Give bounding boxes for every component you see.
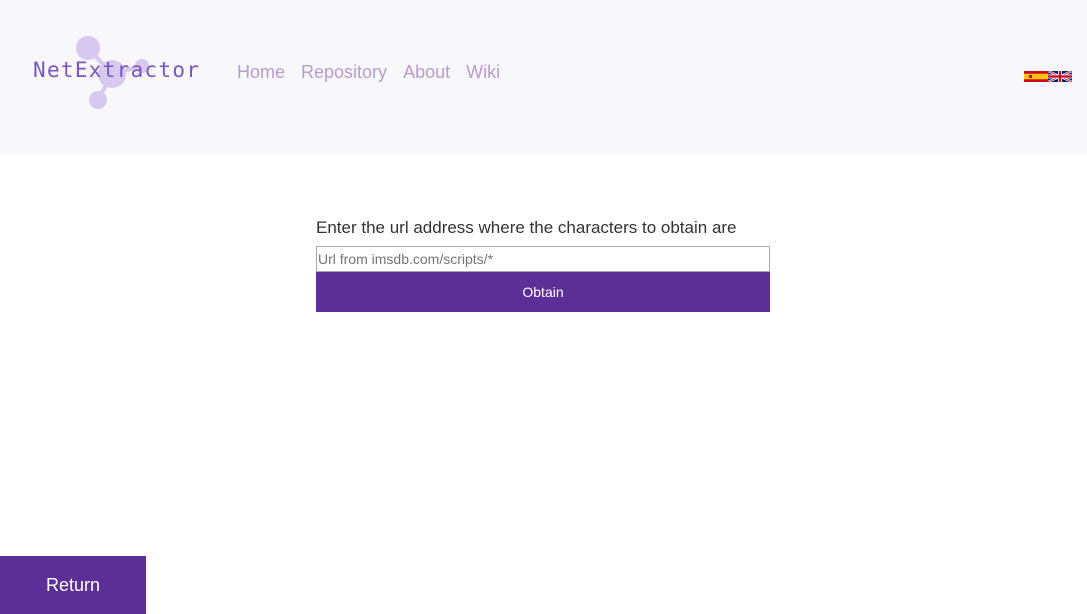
main-nav: Home Repository About Wiki: [237, 62, 516, 83]
url-input[interactable]: [316, 246, 770, 272]
logo-text: NetExtractor: [33, 58, 201, 82]
nav-link-about[interactable]: About: [403, 62, 450, 83]
url-form-label: Enter the url address where the characte…: [316, 218, 737, 237]
nav-link-wiki[interactable]: Wiki: [466, 62, 500, 83]
uk-flag-icon[interactable]: [1048, 71, 1072, 82]
obtain-button[interactable]: Obtain: [316, 272, 770, 312]
logo[interactable]: NetExtractor: [30, 32, 200, 112]
nav-link-repository[interactable]: Repository: [301, 62, 387, 83]
header: NetExtractor Home Repository About Wiki: [0, 0, 1087, 154]
url-form: Enter the url address where the characte…: [316, 216, 770, 312]
spain-flag-icon[interactable]: [1024, 71, 1048, 82]
return-button[interactable]: Return: [0, 556, 146, 614]
language-switcher: [1024, 71, 1072, 82]
nav-link-home[interactable]: Home: [237, 62, 285, 83]
